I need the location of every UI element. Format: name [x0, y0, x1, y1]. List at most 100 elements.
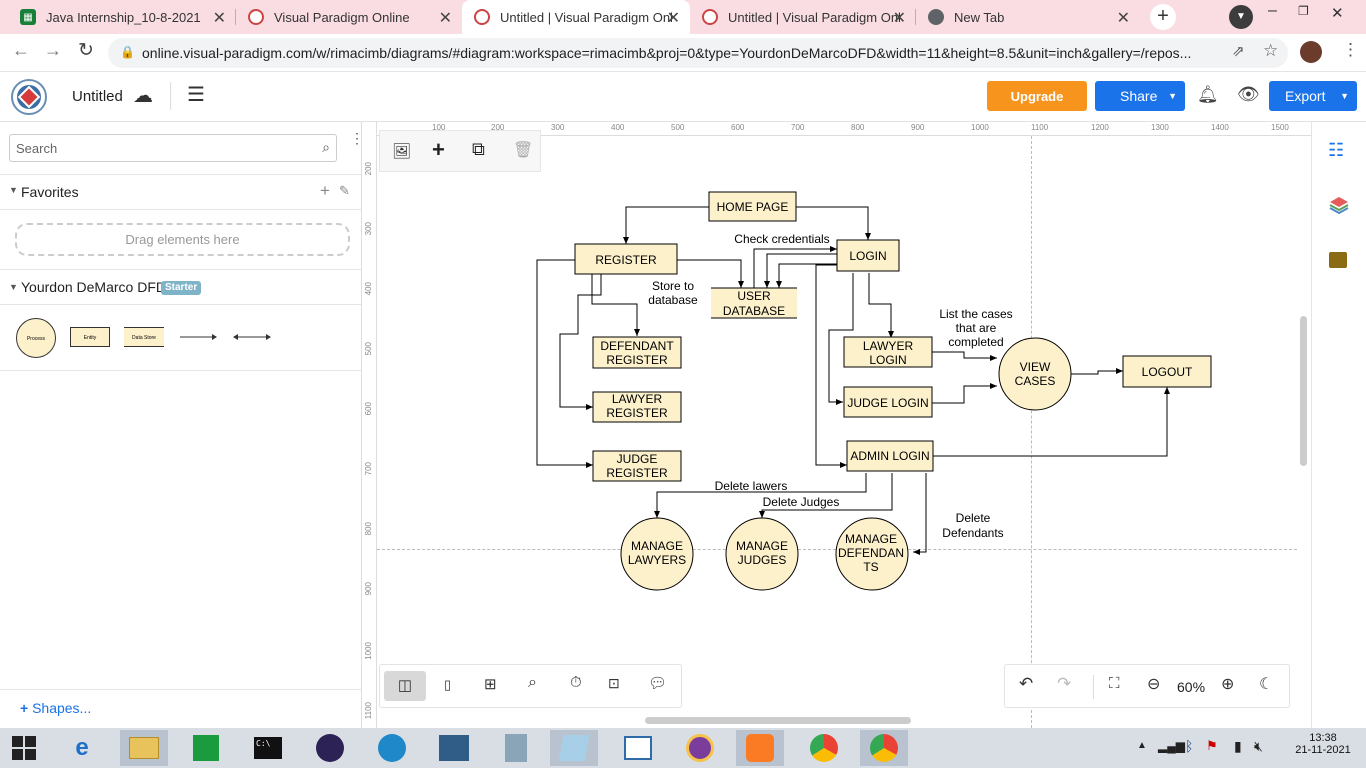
menu-kebab-icon[interactable]: ⋮	[1342, 40, 1359, 60]
ruler-tick-label: 900	[364, 582, 373, 596]
entity-label: REGISTER	[595, 253, 657, 267]
notepad-icon[interactable]	[550, 730, 598, 766]
ruler-tick-label: 800	[364, 522, 373, 536]
process-shape-label: Process	[26, 336, 46, 342]
share-button[interactable]: Share ▼	[1095, 81, 1185, 111]
vertical-scrollbar[interactable]	[1300, 316, 1307, 466]
favorites-heading[interactable]: Favorites	[21, 184, 79, 200]
search-icon[interactable]: ⌕	[322, 139, 330, 156]
tor-browser-icon[interactable]	[676, 730, 724, 766]
zoom-in-icon[interactable]: ⊕	[1221, 674, 1234, 694]
shapes-link[interactable]: + Shapes...	[20, 700, 91, 716]
close-icon[interactable]: ✕	[1117, 8, 1130, 28]
bluetooth-icon[interactable]: ᛒ	[1185, 738, 1193, 754]
store-icon[interactable]	[182, 730, 230, 766]
notebook-icon[interactable]	[1329, 252, 1347, 268]
edit-pencil-icon[interactable]: ✎	[339, 183, 350, 199]
windows-start-icon[interactable]	[0, 730, 48, 766]
fullscreen-icon[interactable]: ⛶	[1109, 675, 1120, 692]
shape-sidebar: Search ⌕ ⋮ ▼ Favorites + ✎ Drag elements…	[0, 122, 364, 728]
comment-icon[interactable]: 💬︎	[648, 674, 667, 692]
undo-icon[interactable]: ↶	[1019, 674, 1033, 694]
browser-tab[interactable]: ▦ Java Internship_10-8-2021 ✕	[0, 0, 236, 34]
avatar[interactable]	[1300, 41, 1322, 63]
layers-icon[interactable]	[1328, 194, 1350, 216]
timer-icon[interactable]: ⏱︎	[570, 674, 582, 691]
presentation-icon[interactable]	[614, 730, 662, 766]
share-page-icon[interactable]: ⇗	[1232, 42, 1245, 60]
internet-explorer-icon[interactable]: e	[58, 730, 106, 766]
bookmark-star-icon[interactable]: ☆	[1263, 41, 1278, 61]
alert-icon[interactable]: ⚑	[1206, 738, 1218, 754]
browser-tab[interactable]: New Tab ✕	[916, 0, 1140, 34]
new-tab-plus-icon[interactable]: +	[1150, 4, 1176, 30]
process-shape[interactable]: Process	[16, 318, 56, 358]
add-icon[interactable]: +	[320, 181, 330, 201]
collapse-caret-icon[interactable]: ▼	[9, 185, 18, 195]
upgrade-button[interactable]: Upgrade	[987, 81, 1087, 111]
caret-down-icon: ▼	[1340, 91, 1349, 101]
network-icon[interactable]: ▂▄▆	[1158, 739, 1185, 753]
command-prompt-icon[interactable]: C:\	[244, 730, 292, 766]
horizontal-scrollbar[interactable]	[645, 717, 911, 724]
hamburger-menu-icon[interactable]: ☰	[187, 82, 205, 107]
address-bar[interactable]: 🔒 online.visual-paradigm.com/w/rimacimb/…	[108, 38, 1288, 68]
panel-toggle-icon[interactable]: ◫	[384, 671, 426, 701]
forward-icon[interactable]: →	[44, 40, 62, 61]
close-icon[interactable]: ✕	[439, 8, 452, 28]
chrome-profile-icon[interactable]	[860, 730, 908, 766]
clock[interactable]: 13:38 21-11-2021	[1288, 732, 1358, 756]
export-button[interactable]: Export ▼	[1269, 81, 1357, 111]
bidirectional-arrow-shape[interactable]	[232, 332, 272, 342]
browser-tab[interactable]: Untitled | Visual Paradigm Onl ✕	[690, 0, 916, 34]
profile-dropdown-icon[interactable]: ▼	[1229, 5, 1253, 29]
back-icon[interactable]: ←	[12, 40, 30, 61]
entities	[574, 191, 1212, 482]
windows-taskbar: e C:\ ▲ ▂▄▆ ᛒ ⚑ ▮ 🔇︎ 13:38 21-11-2021	[0, 728, 1366, 768]
settings-sliders-icon[interactable]: ☷	[1328, 140, 1344, 161]
ruler-tick-label: 1000	[364, 642, 373, 660]
shape-group-heading[interactable]: Yourdon DeMarco DFD	[21, 279, 166, 295]
zoom-level[interactable]: 60%	[1177, 679, 1205, 695]
dark-mode-moon-icon[interactable]: ☾	[1259, 674, 1273, 694]
mysql-workbench-icon[interactable]	[430, 730, 478, 766]
search-input[interactable]: Search ⌕	[9, 134, 337, 162]
calculator-icon[interactable]	[492, 730, 540, 766]
chrome-icon[interactable]	[800, 730, 848, 766]
data-store-shape[interactable]: Data Store	[124, 327, 164, 347]
eye-icon[interactable]: 👁︎	[1237, 84, 1260, 105]
flow-arrow	[536, 259, 593, 468]
search-icon[interactable]: ⌕	[528, 674, 537, 692]
tray-expand-icon[interactable]: ▲	[1137, 740, 1147, 751]
video-icon[interactable]: ⊡	[608, 675, 620, 692]
battery-icon[interactable]: ▮	[1234, 738, 1242, 755]
close-icon[interactable]: ✕	[213, 8, 226, 28]
divider	[0, 209, 361, 210]
file-explorer-icon[interactable]	[120, 730, 168, 766]
volume-muted-icon[interactable]: 🔇︎	[1254, 738, 1263, 755]
xampp-icon[interactable]	[736, 730, 784, 766]
browser-tab-active[interactable]: Untitled | Visual Paradigm Onl ✕	[462, 0, 690, 34]
edge-icon[interactable]	[368, 730, 416, 766]
entity-shape[interactable]: Entity	[70, 327, 110, 347]
diagram-canvas[interactable]: 🖼︎ + ⧉ 🗑︎ HOME PAGE REGISTER LOGIN DEFEN…	[363, 122, 1311, 728]
grid-add-icon[interactable]: ⊞	[484, 675, 497, 693]
close-icon[interactable]: ✕	[667, 8, 680, 28]
favorites-drop-zone[interactable]: Drag elements here	[15, 223, 350, 256]
eclipse-icon[interactable]	[306, 730, 354, 766]
document-title[interactable]: Untitled	[72, 88, 123, 105]
flow-arrow	[623, 206, 709, 244]
reload-icon[interactable]: ↻	[78, 39, 94, 62]
collapse-caret-icon[interactable]: ▼	[9, 282, 18, 292]
restore-icon[interactable]: ❐	[1298, 4, 1309, 18]
redo-icon[interactable]: ↷	[1057, 674, 1071, 694]
bell-icon[interactable]: 🔔︎	[1197, 85, 1219, 105]
format-panel-icon[interactable]: ▯	[444, 677, 451, 693]
browser-tab[interactable]: Visual Paradigm Online ✕	[236, 0, 462, 34]
close-icon[interactable]: ✕	[893, 8, 906, 28]
sidebar-kebab-icon[interactable]: ⋮	[350, 130, 364, 147]
minimize-icon[interactable]: –	[1268, 2, 1277, 20]
window-close-icon[interactable]: ✕	[1331, 4, 1344, 22]
dataflow-arrow-shape[interactable]	[178, 332, 218, 342]
zoom-out-icon[interactable]: ⊖	[1147, 674, 1160, 694]
